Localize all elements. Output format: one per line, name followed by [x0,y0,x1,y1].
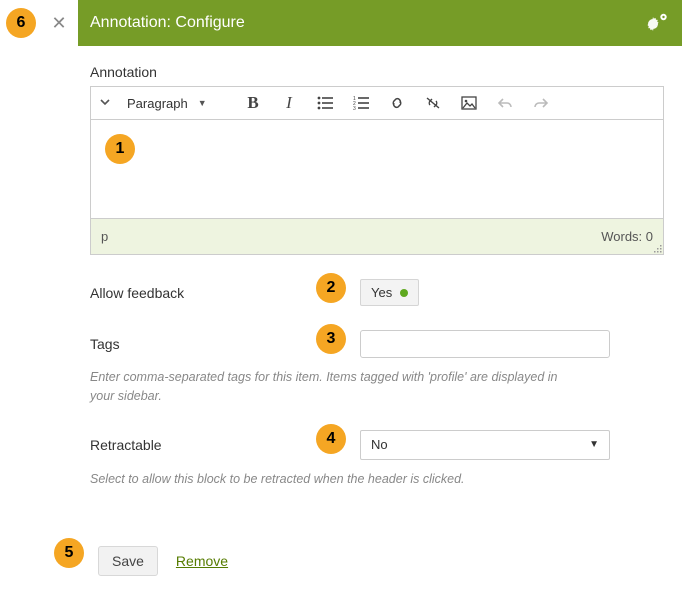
numbered-list-button[interactable]: 123 [351,93,371,113]
bold-button[interactable]: B [243,93,263,113]
retractable-select[interactable]: No ▼ [360,430,610,460]
unlink-button[interactable] [423,93,443,113]
italic-button[interactable]: I [279,93,299,113]
caret-down-icon: ▼ [198,98,207,108]
editor-statusbar: p Words: 0 [90,219,664,255]
dialog-header: 6 ✕ Annotation: Configure [0,0,682,46]
annotation-marker-5: 5 [54,538,84,568]
svg-text:3: 3 [353,106,356,110]
annotation-marker-3: 3 [316,324,346,354]
settings-icon[interactable] [644,11,670,36]
allow-feedback-toggle[interactable]: Yes [360,279,419,306]
image-button[interactable] [459,93,479,113]
retractable-help: Select to allow this block to be retract… [90,470,570,489]
annotation-label: Annotation [90,64,664,80]
editor-path: p [101,229,108,244]
tags-input[interactable] [360,330,610,358]
annotation-marker-6: 6 [6,8,36,38]
annotation-marker-4: 4 [316,424,346,454]
format-dropdown[interactable]: Paragraph ▼ [127,96,227,111]
redo-button[interactable] [531,93,551,113]
close-icon[interactable]: ✕ [48,13,70,34]
allow-feedback-value: Yes [371,285,392,300]
remove-link[interactable]: Remove [176,553,228,569]
editor-toolbar: Paragraph ▼ B I 123 [90,86,664,119]
annotation-marker-2: 2 [316,273,346,303]
bullet-list-button[interactable] [315,93,335,113]
resize-grip-icon[interactable] [653,244,663,254]
format-current: Paragraph [127,96,188,111]
save-button[interactable]: Save [98,546,158,576]
toolbar-expand-icon[interactable] [99,95,111,111]
editor-wordcount: Words: 0 [601,229,653,244]
dialog-title: Annotation: Configure [78,14,644,32]
header-left-box: 6 ✕ [0,0,78,46]
editor-textarea[interactable]: 1 [90,119,664,219]
link-button[interactable] [387,93,407,113]
annotation-marker-1: 1 [105,134,135,164]
undo-button[interactable] [495,93,515,113]
caret-down-icon: ▼ [589,439,599,450]
status-dot-icon [400,289,408,297]
retractable-value: No [371,437,388,452]
tags-help: Enter comma-separated tags for this item… [90,368,570,406]
